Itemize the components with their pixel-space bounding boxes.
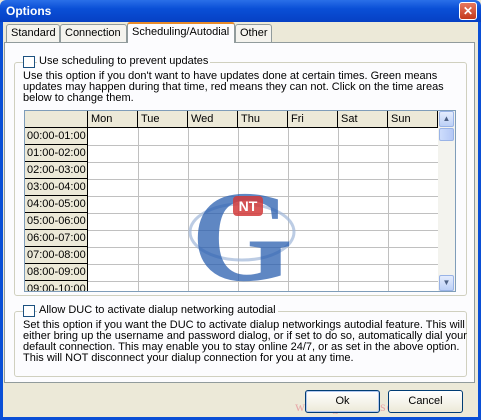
tab-standard[interactable]: Standard <box>6 24 60 42</box>
row-header-time: 02:00-03:00 <box>25 162 88 179</box>
row-header-time: 03:00-04:00 <box>25 179 88 196</box>
grid-corner <box>25 111 88 128</box>
cancel-button-label: Cancel <box>408 395 443 407</box>
row-header-time: 05:00-06:00 <box>25 213 88 230</box>
logo-badge-text: NT <box>239 198 258 214</box>
scroll-down-button[interactable]: ▼ <box>439 275 454 291</box>
column-header-mon: Mon <box>88 111 138 128</box>
column-header-thu: Thu <box>238 111 288 128</box>
tab-label: Standard <box>11 27 56 39</box>
ok-button[interactable]: Ok <box>305 390 380 413</box>
tab-connection[interactable]: Connection <box>60 24 127 42</box>
close-button[interactable]: ✕ <box>459 2 477 20</box>
autodial-description: Set this option if you want the DUC to a… <box>23 320 467 364</box>
generalsoft-logo: G NT <box>188 170 296 300</box>
grid-line <box>88 162 438 163</box>
title-bar: Options ✕ <box>0 0 481 22</box>
row-header-time: 01:00-02:00 <box>25 145 88 162</box>
row-header-time: 00:00-01:00 <box>25 128 88 145</box>
grid-line <box>388 128 389 291</box>
autodial-checkbox[interactable] <box>23 305 35 317</box>
close-icon: ✕ <box>462 4 474 18</box>
tab-label: Other <box>240 27 268 39</box>
grid-line <box>338 128 339 291</box>
row-header-time: 06:00-07:00 <box>25 230 88 247</box>
tab-scheduling-autodial[interactable]: Scheduling/Autodial <box>127 22 235 43</box>
grid-vertical-scrollbar[interactable]: ▲ ▼ <box>438 111 455 291</box>
column-header-tue: Tue <box>138 111 188 128</box>
grid-line <box>138 128 139 291</box>
row-header-time: 08:00-09:00 <box>25 264 88 281</box>
column-header-wed: Wed <box>188 111 238 128</box>
cancel-button[interactable]: Cancel <box>388 390 463 413</box>
tab-label: Scheduling/Autodial <box>132 26 230 38</box>
column-header-fri: Fri <box>288 111 338 128</box>
scheduling-checkbox[interactable] <box>23 56 35 68</box>
description-line: below to change them. <box>23 92 134 104</box>
window-title: Options <box>6 4 52 18</box>
ok-button-label: Ok <box>335 395 350 407</box>
scheduling-checkbox-label: Use scheduling to prevent updates <box>37 55 211 67</box>
column-header-sun: Sun <box>388 111 438 128</box>
description-line: This will NOT disconnect your dialup con… <box>23 352 354 364</box>
row-header-time: 07:00-08:00 <box>25 247 88 264</box>
grid-line <box>88 145 438 146</box>
scroll-thumb[interactable] <box>439 128 454 141</box>
logo-letter: G <box>191 170 292 300</box>
tab-other[interactable]: Other <box>235 24 272 42</box>
row-header-time: 09:00-10:00 <box>25 281 88 291</box>
chevron-up-icon: ▲ <box>442 114 451 123</box>
column-header-sat: Sat <box>338 111 388 128</box>
scheduling-description: Use this option if you don't want to hav… <box>23 71 444 104</box>
row-header-time: 04:00-05:00 <box>25 196 88 213</box>
chevron-down-icon: ▼ <box>442 278 451 287</box>
autodial-checkbox-label: Allow DUC to activate dialup networking … <box>37 304 278 316</box>
scroll-up-button[interactable]: ▲ <box>439 111 454 127</box>
tab-label: Connection <box>65 27 121 39</box>
